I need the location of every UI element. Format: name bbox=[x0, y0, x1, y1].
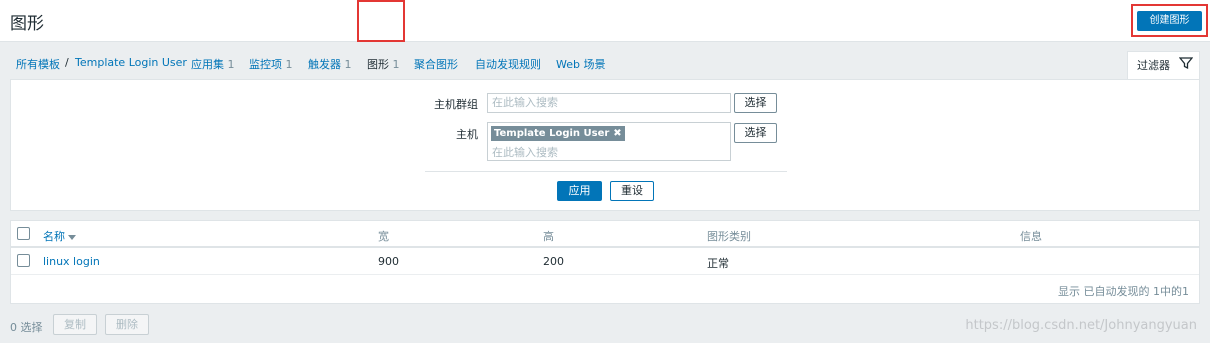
tab-label: 应用集 bbox=[191, 58, 224, 71]
tab-label: 自动发现规则 bbox=[475, 58, 541, 71]
host-group-label: 主机群组 bbox=[434, 98, 478, 111]
host-chip: Template Login User ✖ bbox=[491, 126, 625, 141]
row-checkbox[interactable] bbox=[17, 254, 30, 267]
column-graph-type: 图形类别 bbox=[707, 230, 751, 243]
column-name-label: 名称 bbox=[43, 230, 65, 243]
tab-applications[interactable]: 应用集 1 bbox=[191, 56, 235, 72]
page-header: 图形 创建图形 bbox=[0, 0, 1210, 42]
page-title: 图形 bbox=[10, 14, 44, 34]
host-select-button[interactable]: 选择 bbox=[734, 123, 777, 143]
tab-label: 监控项 bbox=[249, 58, 282, 71]
host-group-select-button[interactable]: 选择 bbox=[734, 93, 777, 113]
apply-button[interactable]: 应用 bbox=[557, 181, 602, 201]
graphs-table: 名称 宽 高 图形类别 信息 linux login 900 200 正常 显示… bbox=[10, 220, 1200, 304]
tab-label: Web 场景 bbox=[556, 58, 606, 71]
filter-tab-label: 过滤器 bbox=[1137, 59, 1170, 72]
template-link[interactable]: Template Login User bbox=[75, 56, 187, 69]
tab-discovery-rules[interactable]: 自动发现规则 bbox=[475, 56, 541, 72]
tab-screens[interactable]: 聚合图形 bbox=[414, 56, 458, 72]
select-all-checkbox[interactable] bbox=[17, 227, 30, 240]
breadcrumb: 所有模板 / Template Login User 应用集 1 监控项 1 触… bbox=[0, 43, 1210, 79]
column-name[interactable]: 名称 bbox=[43, 228, 76, 244]
tab-web-scenarios[interactable]: Web 场景 bbox=[556, 56, 605, 72]
filter-divider bbox=[425, 171, 787, 172]
host-multiselect[interactable]: Template Login User ✖ 在此输入搜索 bbox=[487, 122, 731, 161]
graph-width: 900 bbox=[378, 255, 399, 268]
host-label: 主机 bbox=[456, 128, 478, 141]
tab-count: 1 bbox=[344, 58, 352, 71]
watermark: https://blog.csdn.net/Johnyangyuan bbox=[965, 318, 1197, 333]
graphs-tab-highlight bbox=[357, 0, 405, 42]
remove-chip-icon[interactable]: ✖ bbox=[613, 128, 621, 139]
funnel-icon bbox=[1179, 57, 1193, 70]
tab-count: 1 bbox=[285, 58, 293, 71]
table-header: 名称 宽 高 图形类别 信息 bbox=[11, 221, 1199, 248]
host-chip-label: Template Login User bbox=[494, 128, 610, 139]
graph-name-link[interactable]: linux login bbox=[43, 255, 100, 268]
graph-type: 正常 bbox=[707, 257, 729, 270]
copy-button[interactable]: 复制 bbox=[53, 314, 97, 335]
tab-label: 触发器 bbox=[308, 58, 341, 71]
reset-button[interactable]: 重设 bbox=[610, 181, 654, 201]
tab-items[interactable]: 监控项 1 bbox=[249, 56, 293, 72]
tab-triggers[interactable]: 触发器 1 bbox=[308, 56, 352, 72]
create-graph-button[interactable]: 创建图形 bbox=[1137, 11, 1202, 31]
filter-panel: 主机群组 在此输入搜索 选择 主机 Template Login User ✖ 在… bbox=[10, 79, 1200, 211]
host-group-input[interactable]: 在此输入搜索 bbox=[487, 93, 731, 113]
breadcrumb-separator: / bbox=[65, 56, 69, 69]
tab-label: 聚合图形 bbox=[414, 58, 458, 71]
column-height: 高 bbox=[543, 230, 554, 243]
paging-info: 显示 已自动发现的 1中的1 bbox=[1058, 285, 1189, 298]
table-row: linux login 900 200 正常 bbox=[11, 248, 1199, 275]
tab-count: 1 bbox=[392, 58, 400, 71]
column-width: 宽 bbox=[378, 230, 389, 243]
tab-graphs[interactable]: 图形 1 bbox=[367, 56, 400, 72]
delete-button[interactable]: 删除 bbox=[105, 314, 149, 335]
graph-height: 200 bbox=[543, 255, 564, 268]
tab-count: 1 bbox=[227, 58, 235, 71]
host-search-placeholder: 在此输入搜索 bbox=[492, 146, 558, 159]
selected-count: 0 选择 bbox=[10, 321, 43, 334]
filter-tab[interactable]: 过滤器 bbox=[1127, 51, 1200, 79]
column-info: 信息 bbox=[1020, 230, 1042, 243]
all-templates-link[interactable]: 所有模板 bbox=[16, 56, 60, 72]
tab-label: 图形 bbox=[367, 58, 389, 71]
create-button-highlight: 创建图形 bbox=[1131, 4, 1208, 37]
sort-down-icon bbox=[68, 234, 76, 240]
